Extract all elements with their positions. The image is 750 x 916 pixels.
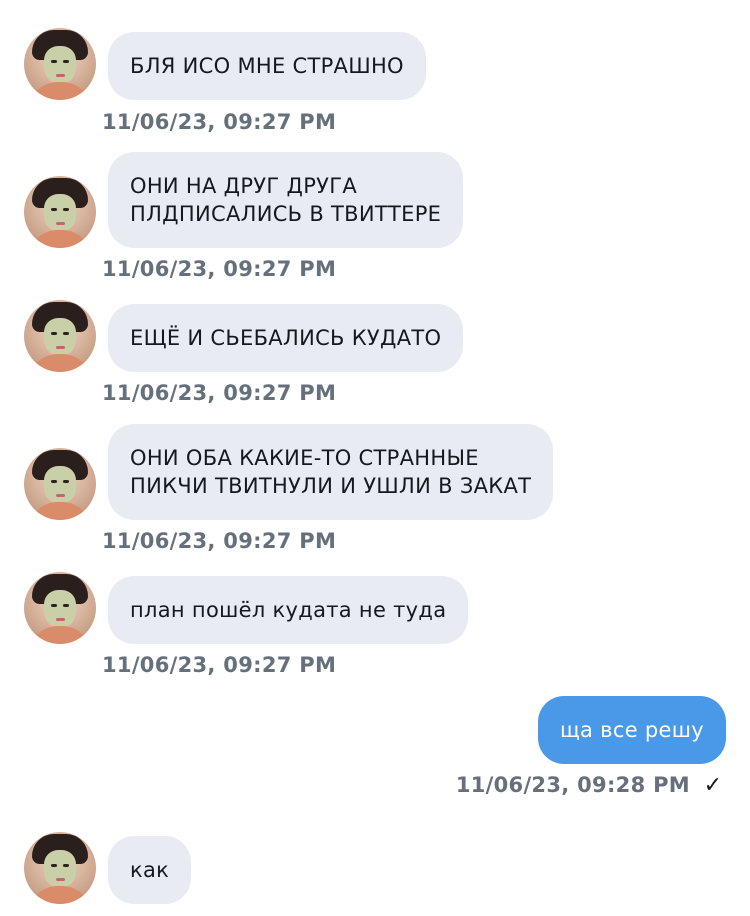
message-timestamp: 11/06/23, 09:27 PM	[102, 257, 337, 281]
message-bubble[interactable]: ОНИ НА ДРУГ ДРУГА ПЛДПИСАЛИСЬ В ТВИТТЕРЕ	[108, 152, 464, 248]
message-timestamp: 11/06/23, 09:27 PM	[102, 529, 337, 553]
message-bubble-outgoing[interactable]: ща все решу	[537, 696, 726, 764]
message-bubble[interactable]: ЕЩЁ И СЬЕБАЛИСЬ КУДАТО	[108, 304, 464, 372]
avatar[interactable]	[24, 28, 96, 100]
chat-thread: БЛЯ ИСО МНЕ СТРАШНО 11/06/23, 09:27 PM О…	[0, 0, 750, 916]
avatar[interactable]	[24, 448, 96, 520]
message-timestamp: 11/06/23, 09:27 PM	[102, 110, 337, 134]
message-bubble[interactable]: БЛЯ ИСО МНЕ СТРАШНО	[108, 32, 426, 100]
avatar[interactable]	[24, 572, 96, 644]
avatar[interactable]	[24, 300, 96, 372]
message-bubble[interactable]: план пошёл кудата не туда	[108, 576, 469, 644]
message-bubble[interactable]: как	[108, 836, 192, 904]
message-bubble[interactable]: ОНИ ОБА КАКИЕ-ТО СТРАННЫЕ ПИКЧИ ТВИТНУЛИ…	[108, 424, 554, 520]
message-timestamp: 11/06/23, 09:27 PM	[102, 653, 337, 677]
message-timestamp: 11/06/23, 09:27 PM	[102, 381, 337, 405]
avatar[interactable]	[24, 176, 96, 248]
message-timestamp: 11/06/23, 09:28 PM	[455, 773, 690, 797]
avatar[interactable]	[24, 832, 96, 904]
read-check-icon: ✓	[703, 773, 722, 798]
